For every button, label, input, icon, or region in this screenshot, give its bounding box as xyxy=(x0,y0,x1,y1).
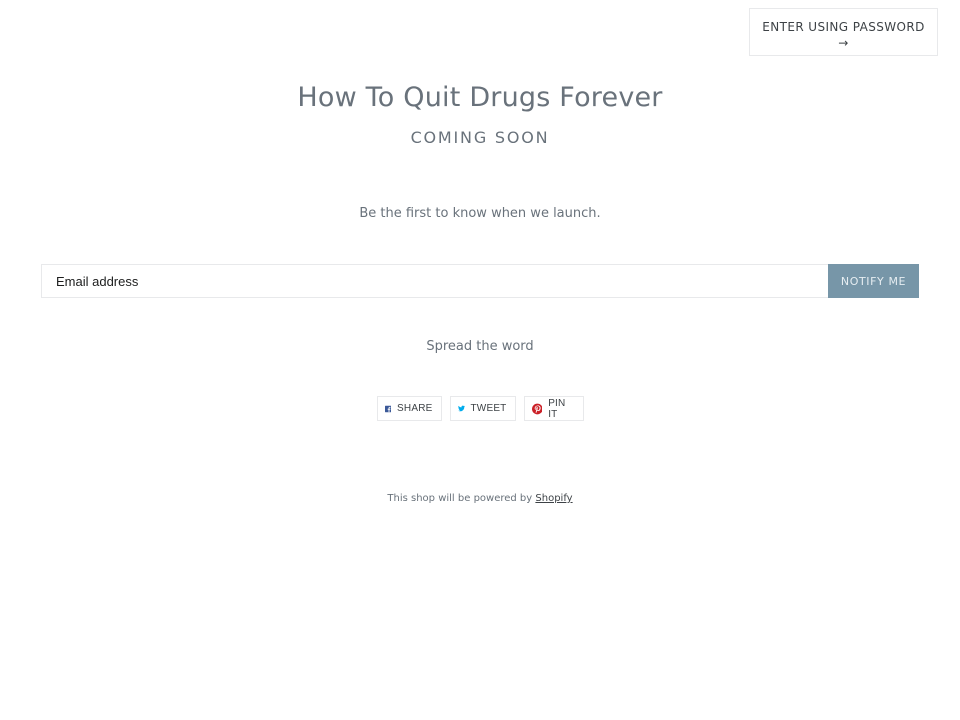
page-title: How To Quit Drugs Forever xyxy=(297,82,663,113)
pinterest-icon xyxy=(531,403,543,414)
pinterest-share-button[interactable]: PIN IT xyxy=(523,396,584,421)
facebook-share-button[interactable]: SHARE xyxy=(376,396,442,421)
newsletter-form: NOTIFY ME xyxy=(41,264,919,298)
arrow-right-icon: → xyxy=(838,36,849,50)
launch-tagline: Be the first to know when we launch. xyxy=(359,206,601,221)
social-share-buttons: SHARE TWEET PIN IT xyxy=(0,396,960,421)
shopify-link[interactable]: Shopify xyxy=(535,493,572,504)
pinterest-share-label: PIN IT xyxy=(548,397,566,420)
twitter-share-label: TWEET xyxy=(470,403,507,414)
twitter-icon xyxy=(457,405,465,412)
share-heading: Spread the word xyxy=(426,339,534,354)
password-page: ENTER USING PASSWORD → How To Quit Drugs… xyxy=(0,0,960,720)
email-input[interactable] xyxy=(41,264,828,298)
facebook-icon xyxy=(384,405,392,412)
password-button-label: ENTER USING PASSWORD xyxy=(762,20,925,34)
powered-by-text: This shop will be powered by xyxy=(387,493,533,504)
enter-using-password-button[interactable]: ENTER USING PASSWORD → xyxy=(749,8,938,56)
powered-by-footer: This shop will be powered by Shopify xyxy=(0,493,960,504)
coming-soon-subtitle: COMING SOON xyxy=(410,128,550,147)
facebook-share-label: SHARE xyxy=(397,403,433,414)
twitter-share-button[interactable]: TWEET xyxy=(449,396,516,421)
notify-me-button[interactable]: NOTIFY ME xyxy=(828,264,919,298)
